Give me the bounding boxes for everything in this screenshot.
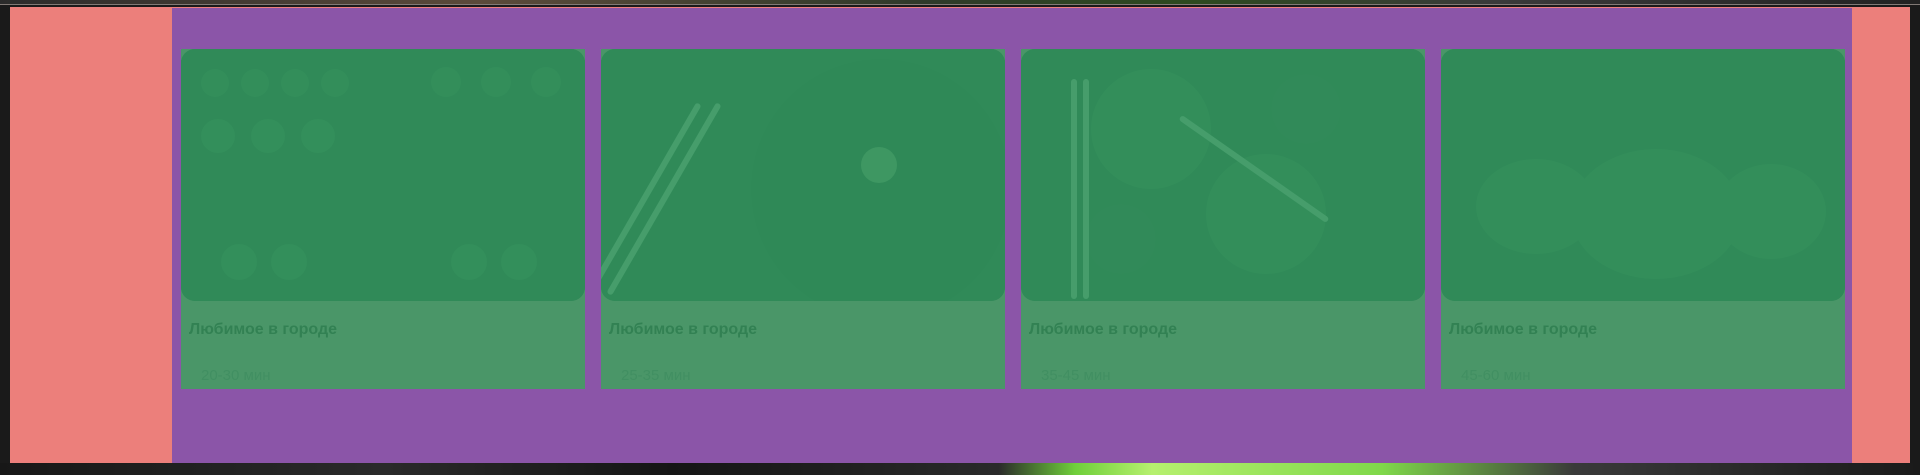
delivery-time: 20-30 мин	[201, 367, 271, 384]
restaurant-card[interactable]: Любимое в городе 20-30 мин	[181, 49, 585, 389]
restaurant-card[interactable]: Любимое в городе 35-45 мин	[1021, 49, 1425, 389]
card-title: Любимое в городе	[1449, 321, 1598, 338]
restaurant-cards: Любимое в городе 20-30 мин Любимое в гор…	[181, 49, 1845, 389]
delivery-time: 45-60 мин	[1461, 367, 1531, 384]
restaurant-card[interactable]: Любимое в городе 25-35 мин	[601, 49, 1005, 389]
card-photo-sushi[interactable]	[181, 49, 585, 301]
photo-tint	[181, 49, 585, 301]
photo-tint	[1021, 49, 1425, 301]
top-strip-highlight	[0, 4, 1920, 5]
delivery-time: 25-35 мин	[621, 367, 691, 384]
card-title: Любимое в городе	[189, 321, 338, 338]
restaurant-card[interactable]: Любимое в городе 45-60 мин	[1441, 49, 1845, 389]
photo-tint	[1441, 49, 1845, 301]
delivery-time: 35-45 мин	[1041, 367, 1111, 384]
photo-tint	[601, 49, 1005, 301]
card-photo-burgers[interactable]	[1441, 49, 1845, 301]
card-title: Любимое в городе	[1029, 321, 1178, 338]
bottom-photo-strip	[0, 463, 1920, 475]
card-title: Любимое в городе	[609, 321, 758, 338]
card-photo-noodles[interactable]	[601, 49, 1005, 301]
card-photo-bowls[interactable]	[1021, 49, 1425, 301]
